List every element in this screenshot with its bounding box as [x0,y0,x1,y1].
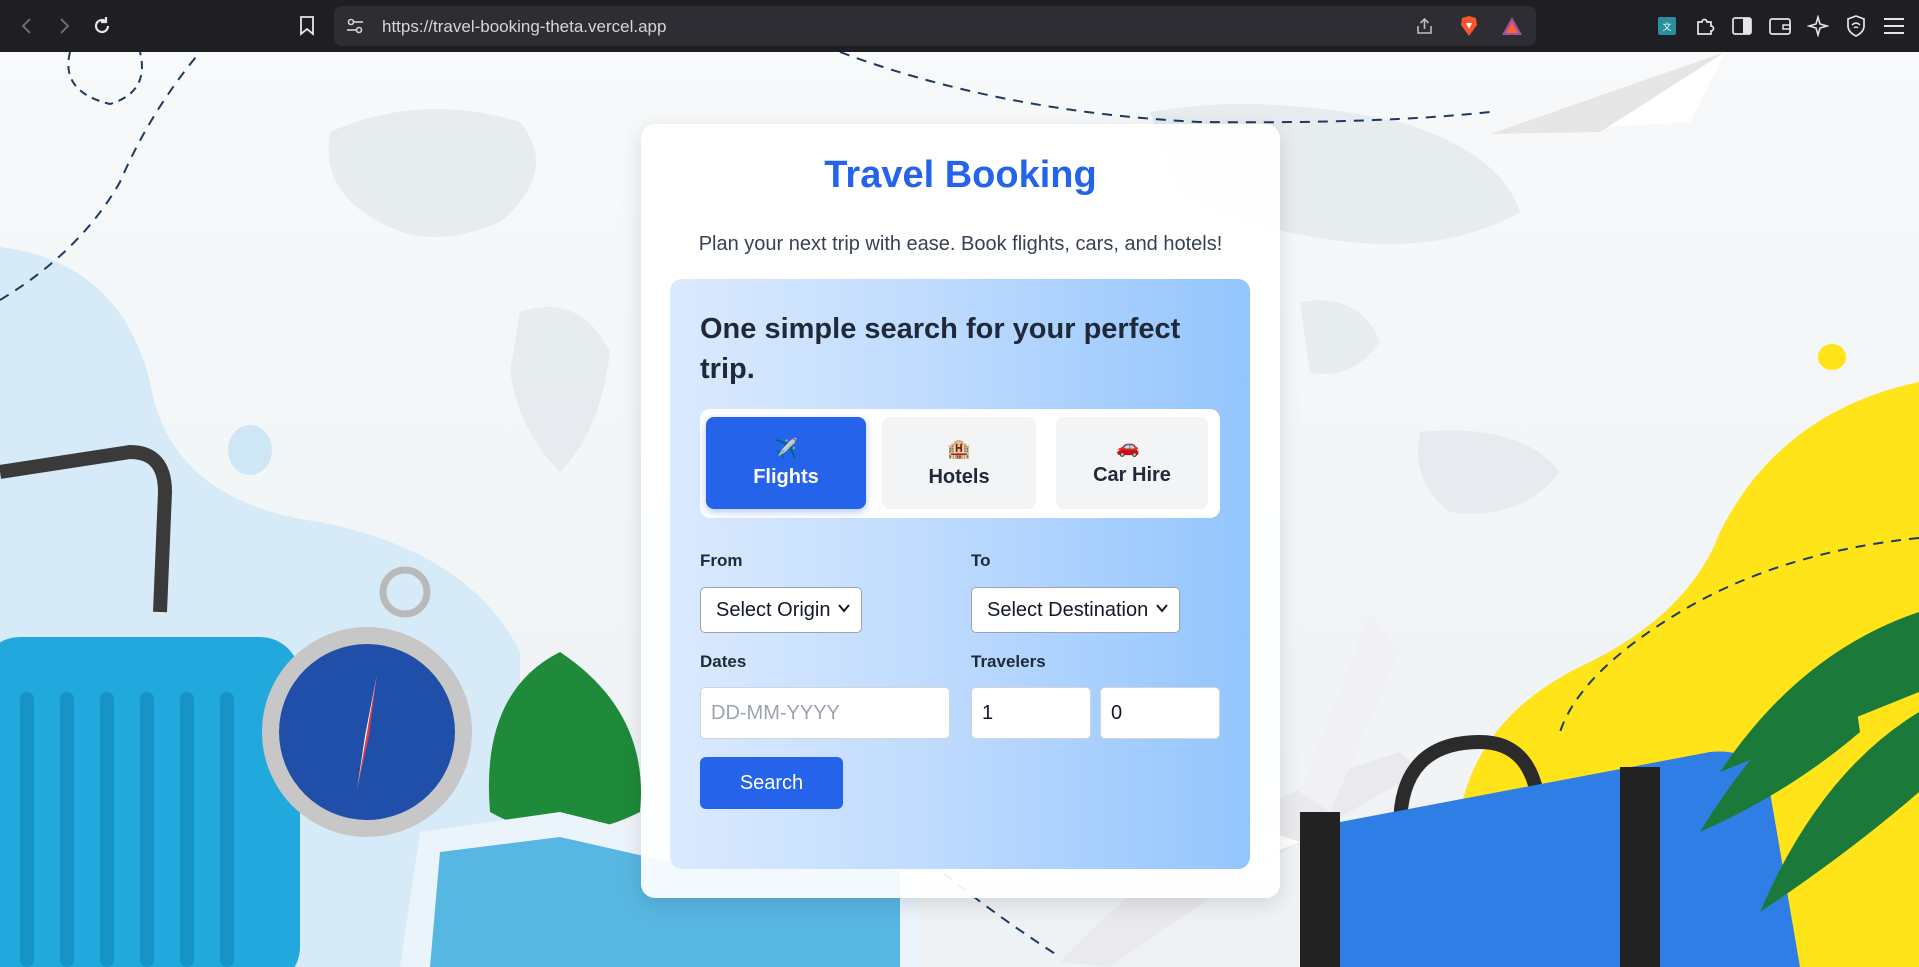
tab-label: Flights [753,465,819,488]
share-icon[interactable] [1414,15,1436,37]
wallet-icon[interactable] [1769,15,1791,37]
bookmark-icon[interactable] [294,13,320,39]
browser-toolbar: https://travel-booking-theta.vercel.app … [0,0,1919,52]
dates-label: Dates [700,652,747,671]
travelers-label: Travelers [971,652,1046,671]
brave-lion-icon[interactable] [1458,15,1480,37]
tab-flights[interactable]: ✈️ Flights [706,417,866,509]
svg-text:文: 文 [1662,21,1671,33]
booking-type-tabs: ✈️ Flights 🏨 Hotels 🚗 Car Hire [700,409,1220,518]
tab-car-hire[interactable]: 🚗 Car Hire [1056,417,1208,509]
chevron-down-icon [1156,604,1168,613]
date-placeholder: DD-MM-YYYY [711,701,840,724]
booking-card: Travel Booking Plan your next trip with … [641,124,1280,898]
search-button[interactable]: Search [700,757,843,809]
to-label: To [971,551,991,570]
tab-hotels[interactable]: 🏨 Hotels [882,417,1036,509]
from-label: From [700,551,743,570]
hotel-icon: 🏨 [947,438,971,460]
page-subtitle: Plan your next trip with ease. Book flig… [698,233,1223,255]
tab-label: Hotels [928,465,990,488]
forward-arrow-icon[interactable] [51,13,77,39]
search-panel: One simple search for your perfect trip.… [670,279,1250,869]
children-input[interactable]: 0 [1100,687,1220,739]
brave-rewards-triangle-icon[interactable] [1501,15,1523,37]
url-text[interactable]: https://travel-booking-theta.vercel.app [382,17,666,37]
destination-select[interactable]: Select Destination [971,587,1180,633]
reload-icon[interactable] [89,13,115,39]
sidebar-icon[interactable] [1731,15,1753,37]
children-value: 0 [1111,701,1123,724]
adults-value: 1 [982,701,994,724]
destination-select-value: Select Destination [987,598,1149,621]
date-input[interactable]: DD-MM-YYYY [700,687,950,739]
origin-select-value: Select Origin [716,598,831,621]
address-bar[interactable]: https://travel-booking-theta.vercel.app [334,6,1536,46]
origin-select[interactable]: Select Origin [700,587,862,633]
adults-input[interactable]: 1 [971,687,1091,739]
shield-icon[interactable] [1845,15,1867,37]
puzzle-icon[interactable] [1694,15,1716,37]
hamburger-menu-icon[interactable] [1883,15,1905,37]
search-heading: One simple search for your perfect trip. [700,313,1181,385]
car-icon: 🚗 [1116,437,1140,458]
page-title: Travel Booking [824,154,1097,196]
translate-extension-icon[interactable]: 文 [1656,15,1678,37]
airplane-icon: ✈️ [774,438,798,460]
back-arrow-icon[interactable] [14,13,40,39]
chevron-down-icon [838,604,850,613]
sparkle-icon[interactable] [1807,15,1829,37]
tab-label: Car Hire [1093,464,1171,486]
site-settings-icon[interactable] [344,15,366,37]
